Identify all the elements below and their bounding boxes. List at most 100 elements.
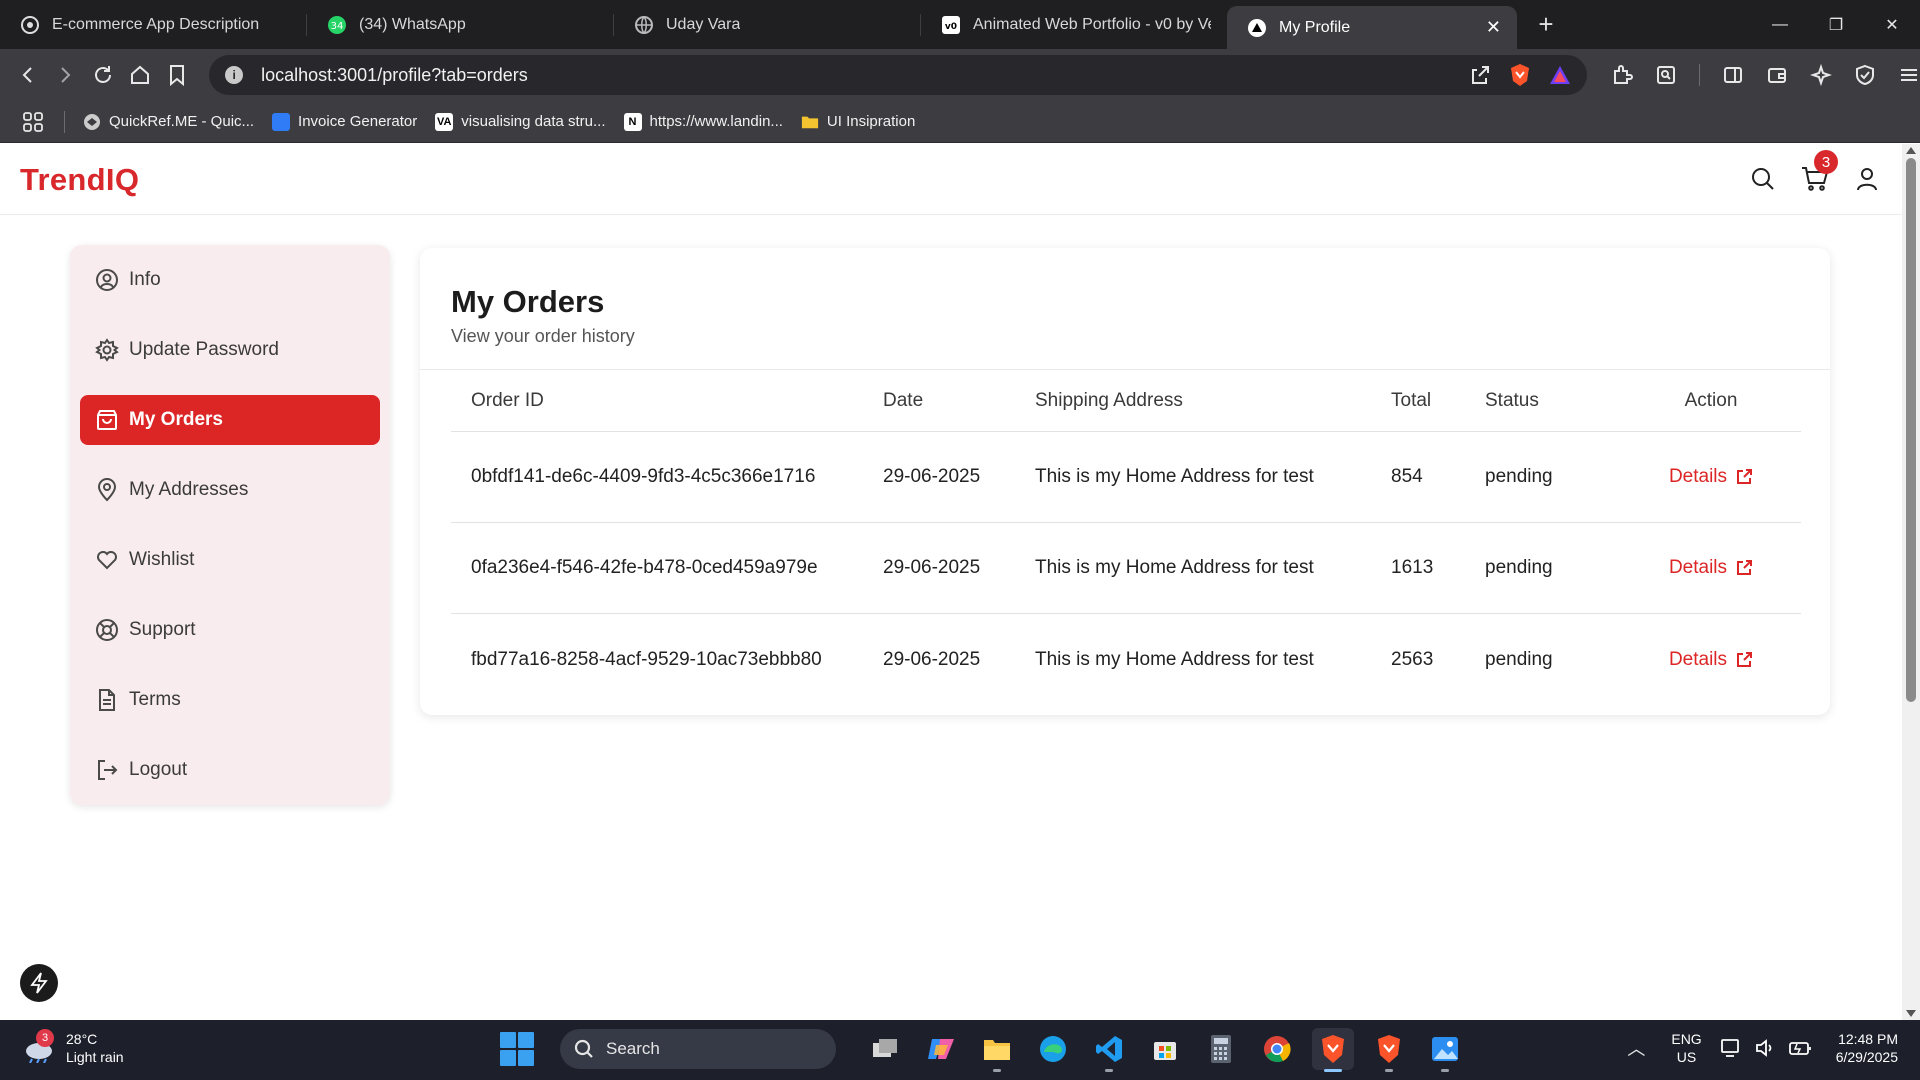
order-status-cell: pending	[1485, 648, 1553, 670]
sidebar-item-logout[interactable]: Logout	[80, 745, 380, 795]
extensions-icon[interactable]	[1611, 64, 1633, 86]
bookmark-icon	[170, 65, 185, 86]
arrow-right-icon	[61, 67, 71, 83]
tab-title: My Profile	[1279, 18, 1351, 36]
details-link[interactable]: Details	[1669, 649, 1753, 671]
photos-icon[interactable]	[1424, 1028, 1466, 1072]
lightning-bolt-icon	[30, 972, 48, 994]
microsoft-store-icon[interactable]	[1144, 1028, 1186, 1070]
globe-icon	[634, 15, 654, 35]
weather-widget[interactable]: 3 28°C Light rain	[22, 1029, 124, 1066]
vscode-icon[interactable]	[1088, 1028, 1130, 1072]
brave-browser-icon[interactable]	[1312, 1028, 1354, 1072]
chevron-up-icon[interactable]: ︿	[1627, 1035, 1645, 1061]
browser-tab-strip: E-commerce App Description 34 (34) Whats…	[0, 0, 1920, 49]
language-indicator[interactable]: ENG US	[1671, 1030, 1701, 1066]
page-viewport: TrendIQ 3 Info Update Password My Orders…	[0, 144, 1902, 1020]
page-scrollbar[interactable]	[1902, 144, 1920, 1020]
order-date-cell: 29-06-2025	[883, 466, 981, 487]
home-button[interactable]	[122, 57, 157, 93]
cart-button[interactable]: 3	[1800, 150, 1838, 194]
sidebar-item-terms[interactable]: Terms	[80, 675, 380, 725]
bookmark-quickref[interactable]: QuickRef.ME - Quic...	[83, 113, 254, 131]
edge-icon[interactable]	[1032, 1028, 1074, 1070]
new-tab-button[interactable]: +	[1531, 9, 1561, 40]
taskbar-search-placeholder: Search	[606, 1039, 660, 1058]
restore-button[interactable]: ❐	[1808, 0, 1864, 49]
order-action-cell: Details	[1621, 557, 1801, 579]
toolbar-divider	[1699, 64, 1701, 86]
details-link[interactable]: Details	[1669, 466, 1753, 488]
close-window-button[interactable]: ✕	[1864, 0, 1920, 49]
sidebar-item-my-addresses[interactable]: My Addresses	[80, 465, 380, 515]
clock[interactable]: 12:48 PM 6/29/2025	[1836, 1030, 1898, 1066]
weather-text: 28°C Light rain	[66, 1030, 124, 1066]
notion-icon: N	[623, 112, 642, 131]
tab-ecommerce-app-description[interactable]: E-commerce App Description	[0, 0, 306, 49]
sidebar-item-support[interactable]: Support	[80, 605, 380, 655]
bookmark-visualising-data[interactable]: VA visualising data stru...	[435, 112, 606, 131]
svg-text:v0: v0	[945, 22, 957, 32]
heart-icon	[97, 551, 117, 570]
scrollbar-thumb[interactable]	[1906, 158, 1916, 702]
sidebar-item-label: Wishlist	[129, 549, 195, 570]
user-circle-icon	[96, 269, 118, 291]
share-icon[interactable]	[1469, 64, 1491, 86]
calculator-icon[interactable]	[1200, 1028, 1242, 1070]
leo-ai-icon[interactable]	[1810, 64, 1833, 86]
site-info-icon[interactable]: i	[225, 66, 244, 84]
vpn-shield-icon[interactable]	[1854, 64, 1876, 86]
sidebar-item-my-orders[interactable]: My Orders	[80, 395, 380, 445]
chrome-icon[interactable]	[1256, 1028, 1298, 1070]
bookmark-folder-ui-inspiration[interactable]: UI Insipration	[801, 113, 915, 131]
column-header-shipping-address: Shipping Address	[1035, 389, 1183, 411]
back-button[interactable]	[10, 57, 45, 93]
sidebar-toggle-icon[interactable]	[1722, 64, 1744, 86]
minimize-button[interactable]: —	[1752, 0, 1808, 49]
windows-start-icon[interactable]	[500, 1032, 534, 1066]
file-explorer-icon[interactable]	[976, 1028, 1018, 1072]
table-row: 0bfdf141-de6c-4409-9fd3-4c5c366e1716 29-…	[451, 432, 1801, 523]
scroll-up-arrow[interactable]	[1906, 147, 1916, 154]
details-link-label: Details	[1668, 648, 1728, 670]
sidebar-item-wishlist[interactable]: Wishlist	[80, 535, 380, 585]
details-link[interactable]: Details	[1669, 557, 1753, 579]
bookmark-invoice-generator[interactable]: Invoice Generator	[272, 112, 417, 131]
details-link-label: Details	[1668, 557, 1728, 578]
brave-shields-icon[interactable]	[1509, 63, 1531, 87]
reload-button[interactable]	[85, 57, 120, 93]
system-icons[interactable]	[1720, 1038, 1812, 1058]
reload-icon	[94, 66, 111, 83]
dev-tools-bolt-button[interactable]	[20, 964, 58, 1002]
tab-my-profile[interactable]: My Profile ✕	[1227, 6, 1517, 49]
wallet-icon[interactable]	[1766, 64, 1788, 86]
search-icon	[574, 1039, 593, 1058]
scroll-down-arrow[interactable]	[1906, 1010, 1916, 1017]
close-icon[interactable]: ✕	[1486, 17, 1501, 38]
bookmark-landing[interactable]: N https://www.landin...	[623, 112, 783, 131]
bookmarks-divider	[64, 110, 65, 133]
sidebar-item-label: Update Password	[129, 339, 279, 360]
taskbar-search[interactable]: Search	[560, 1029, 836, 1069]
search-button[interactable]	[1748, 164, 1778, 194]
tab-uday-vara[interactable]: Uday Vara	[614, 0, 920, 49]
order-action-cell: Details	[1621, 466, 1801, 488]
account-button[interactable]	[1852, 164, 1882, 194]
apps-grid-icon[interactable]	[22, 111, 44, 133]
brave-browser-2-icon[interactable]	[1368, 1028, 1410, 1072]
reader-mode-icon[interactable]	[1655, 64, 1677, 86]
menu-icon[interactable]	[1898, 64, 1920, 86]
copilot-icon[interactable]	[920, 1028, 962, 1070]
sidebar-item-update-password[interactable]: Update Password	[80, 325, 380, 375]
tab-animated-web-portfolio[interactable]: v0 Animated Web Portfolio - v0 by Verc	[921, 0, 1227, 49]
table-row: fbd77a16-8258-4acf-9529-10ac73ebbb80 29-…	[451, 614, 1801, 705]
site-logo[interactable]: TrendIQ	[20, 162, 139, 198]
sidebar-item-info[interactable]: Info	[80, 255, 380, 305]
user-icon	[1857, 168, 1877, 191]
forward-button[interactable]	[47, 57, 82, 93]
task-view-icon[interactable]	[864, 1028, 906, 1070]
bookmark-button[interactable]	[160, 57, 195, 93]
address-bar[interactable]: i localhost:3001/profile?tab=orders	[209, 55, 1588, 95]
brave-rewards-icon[interactable]	[1549, 64, 1571, 86]
tab-whatsapp[interactable]: 34 (34) WhatsApp	[307, 0, 613, 49]
